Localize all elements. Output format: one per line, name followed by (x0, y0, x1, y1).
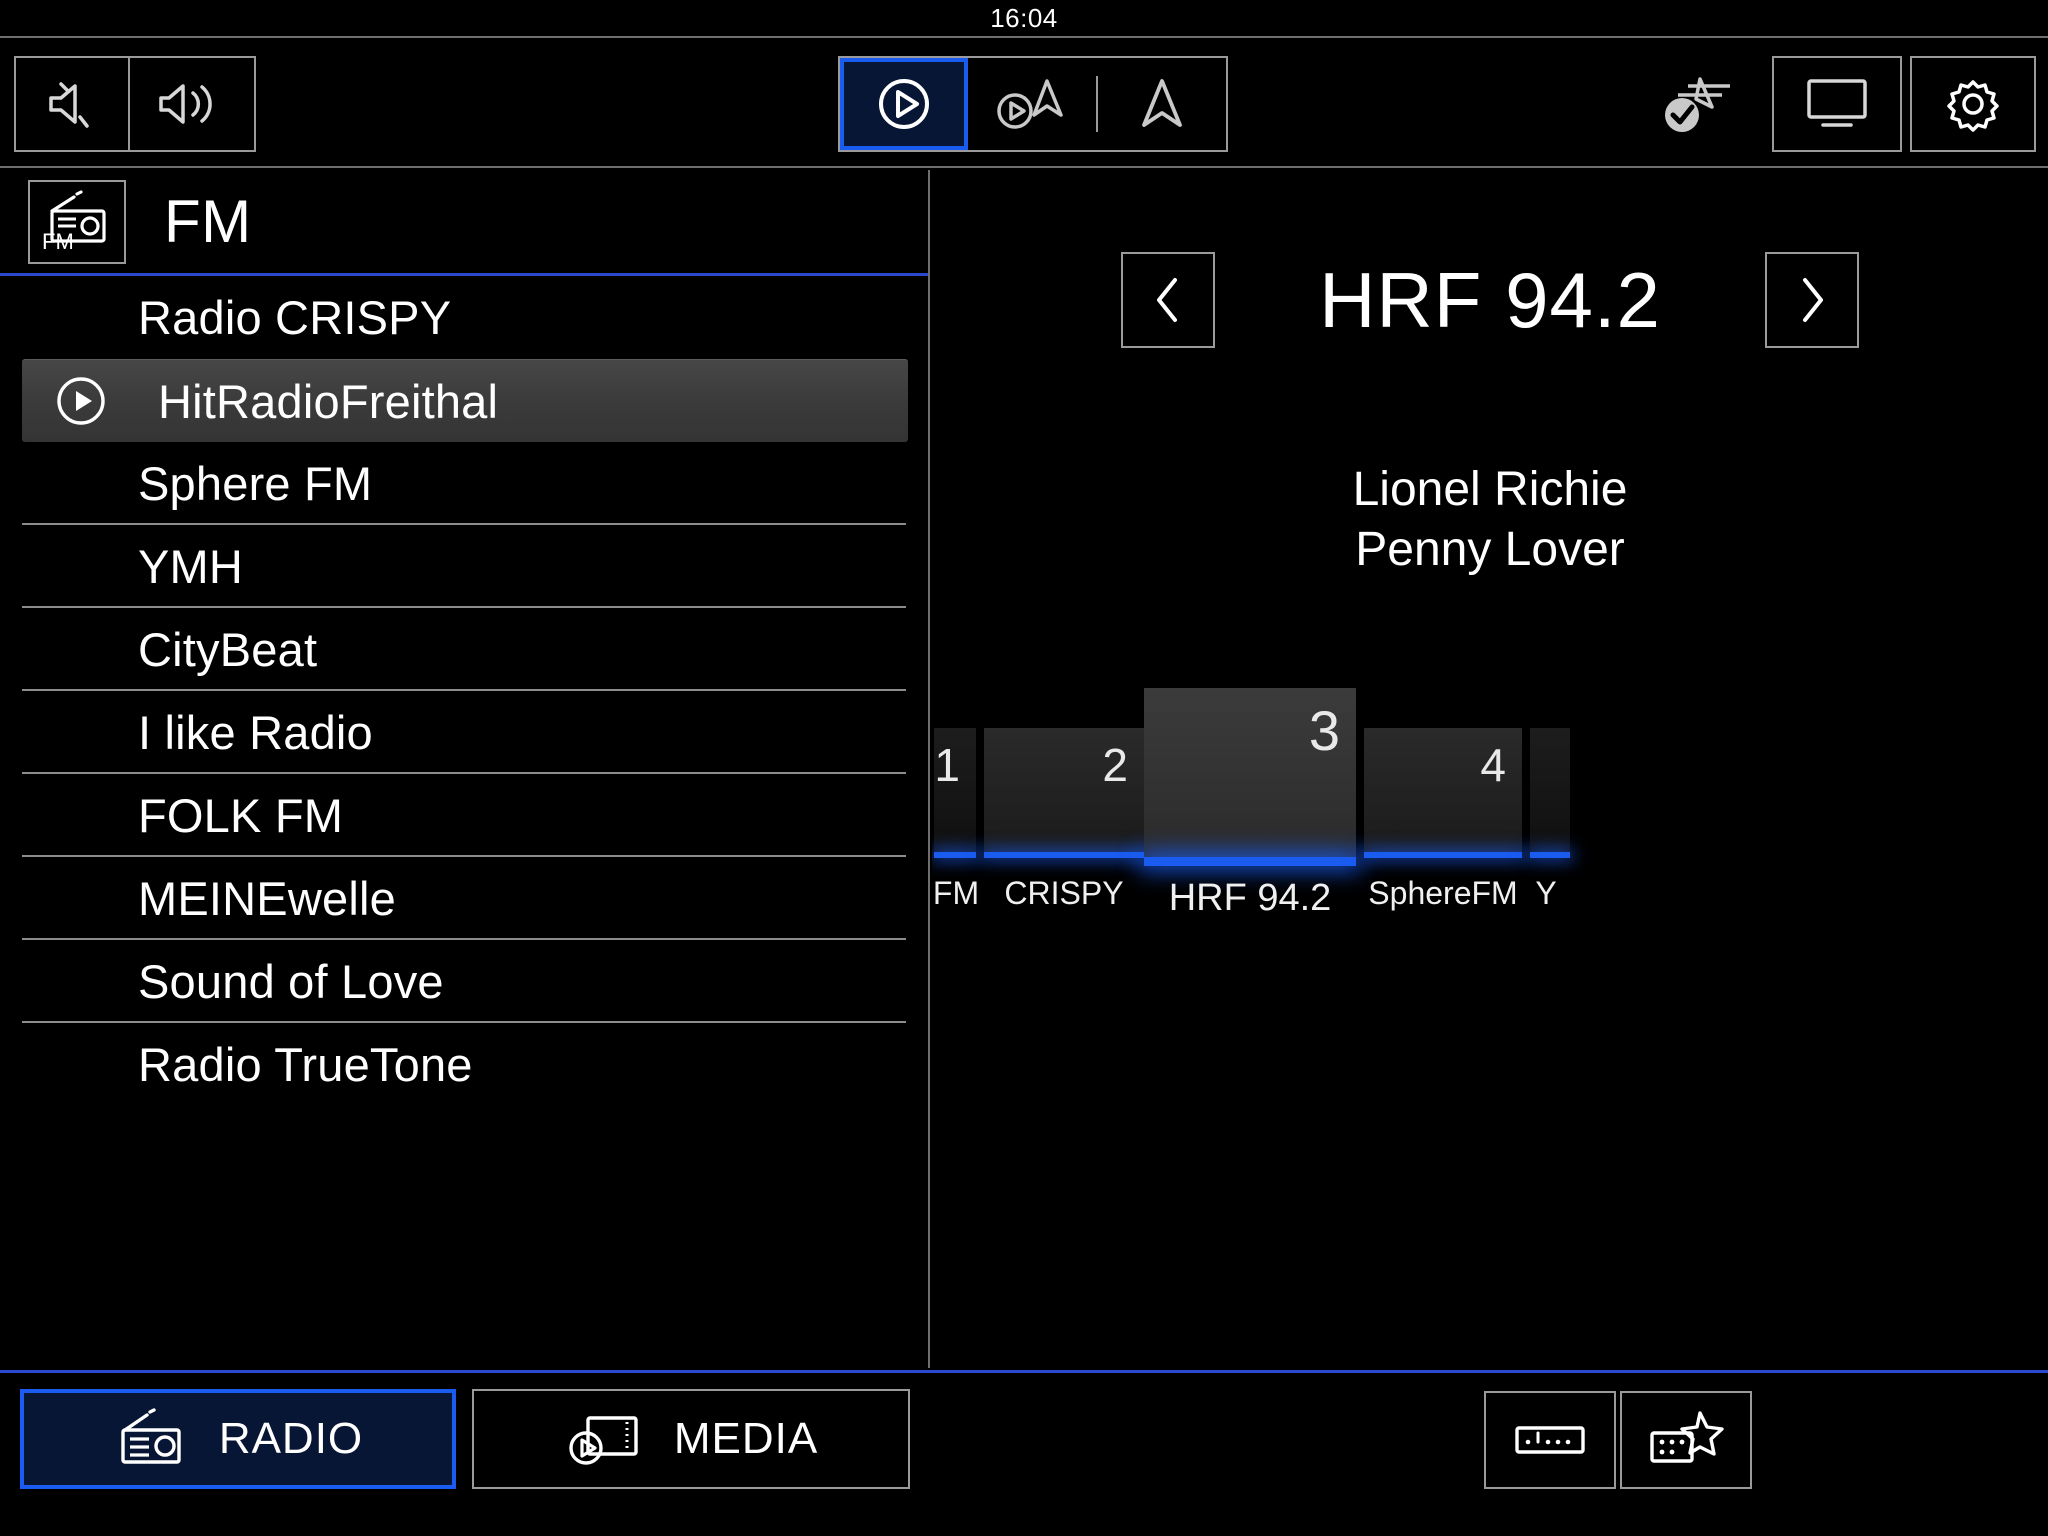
media-screen-icon (564, 1408, 644, 1470)
list-item[interactable]: Radio TrueTone (0, 1023, 928, 1106)
list-item[interactable]: Sphere FM (0, 442, 928, 525)
station-name: Radio TrueTone (138, 1038, 473, 1091)
tab-radio[interactable]: RADIO (20, 1389, 456, 1489)
list-item[interactable]: YMH (0, 525, 928, 608)
preset-underline (1530, 852, 1570, 858)
list-item[interactable]: I like Radio (0, 691, 928, 774)
fm-radio-icon[interactable]: FM (28, 179, 126, 264)
tuner-scale-button[interactable] (1484, 1391, 1616, 1489)
station-name: Sound of Love (138, 955, 444, 1008)
station-list[interactable]: Radio CRISPY HitRadioFreithal Sphere FM … (0, 276, 928, 1368)
preset-underline (984, 852, 1144, 858)
media-play-icon (873, 73, 935, 135)
station-name: HitRadioFreithal (158, 374, 499, 428)
tab-radio-label: RADIO (218, 1414, 364, 1463)
source-toggle-group (838, 56, 1228, 152)
current-frequency: HRF 94.2 (1319, 255, 1661, 344)
preset-label-active: HRF 94.2 (1168, 877, 1332, 919)
speaker-volume-icon (157, 74, 227, 134)
chevron-right-icon (1803, 278, 1823, 322)
preset-label: Y (1535, 875, 1557, 911)
list-item[interactable]: FOLK FM (0, 774, 928, 857)
tab-media-source[interactable] (840, 58, 968, 150)
settings-button[interactable] (1910, 56, 2036, 152)
list-item[interactable]: Sound of Love (0, 940, 928, 1023)
now-playing-icon (54, 374, 108, 428)
preset-number: 4 (1480, 739, 1506, 791)
svg-text:FM: FM (42, 229, 74, 254)
display-monitor-icon (1801, 75, 1873, 133)
infotainment-screen: 16:04 FM FM Radio CRISPY HitRadioFreitha… (0, 0, 2048, 1536)
station-list-pane: FM FM Radio CRISPY HitRadioFreithal Sphe… (0, 170, 930, 1368)
preset-tile[interactable]: 2 (984, 728, 1144, 852)
source-header: FM FM (0, 170, 928, 276)
preset-number: 1 (934, 739, 960, 791)
preset-tile[interactable]: 4 (1364, 728, 1522, 852)
tab-media-nav-source[interactable] (968, 58, 1096, 150)
preset-label: FM (932, 875, 980, 911)
preset-underline-active (1144, 857, 1356, 866)
radio-icon (113, 1408, 189, 1470)
clock: 16:04 (990, 2, 1058, 33)
list-fade-overlay (0, 1308, 928, 1368)
preset-number: 2 (1102, 739, 1128, 791)
now-playing-pane: HRF 94.2 Lionel Richie Penny Lover 1 FM … (932, 170, 2048, 1368)
track-title: Penny Lover (1355, 523, 1625, 576)
volume-button[interactable] (128, 56, 256, 152)
previous-station-button[interactable] (1121, 252, 1215, 348)
station-name: Sphere FM (138, 457, 373, 510)
display-button[interactable] (1772, 56, 1902, 152)
station-name: CityBeat (138, 623, 318, 676)
station-name: FOLK FM (138, 789, 344, 842)
tab-media[interactable]: MEDIA (472, 1389, 910, 1489)
preset-star-icon (1650, 1411, 1724, 1463)
preset-star-button[interactable] (1620, 1391, 1752, 1489)
preset-label: CRISPY (1004, 875, 1124, 911)
top-toolbar (0, 40, 2048, 168)
gear-icon (1941, 72, 2005, 136)
mute-button[interactable] (14, 56, 142, 152)
antenna-check-icon (1660, 73, 1740, 135)
connectivity-button[interactable] (1636, 56, 1764, 152)
artist-name: Lionel Richie (1352, 463, 1628, 516)
station-name: MEINEwelle (138, 872, 396, 925)
speaker-mute-icon (45, 74, 111, 134)
preset-number: 3 (1308, 699, 1340, 762)
navigation-arrow-icon (1131, 73, 1193, 135)
list-item[interactable]: MEINEwelle (0, 857, 928, 940)
tab-media-label: MEDIA (673, 1414, 819, 1463)
station-name: Radio CRISPY (138, 291, 452, 344)
preset-carousel[interactable]: 1 FM 2 CRISPY 3 HRF 94.2 4 SphereFM Y (932, 688, 2048, 948)
list-item[interactable]: Radio CRISPY (0, 276, 928, 359)
preset-underline (934, 852, 976, 858)
list-item[interactable]: CityBeat (0, 608, 928, 691)
tab-navigation-source[interactable] (1098, 58, 1226, 150)
tuner-header: HRF 94.2 (932, 248, 2048, 352)
page-title: FM (164, 188, 252, 255)
bottom-bar: RADIO MEDIA (0, 1370, 2048, 1536)
preset-tile[interactable]: 5 (1530, 728, 1570, 852)
next-station-button[interactable] (1765, 252, 1859, 348)
station-name: I like Radio (138, 706, 373, 759)
status-bar: 16:04 (0, 0, 2048, 38)
preset-tile-active[interactable]: 3 (1144, 688, 1356, 858)
list-item[interactable]: HitRadioFreithal (22, 359, 908, 442)
tuner-scale-icon (1515, 1426, 1585, 1454)
media-nav-split-icon (993, 73, 1071, 135)
preset-label: SphereFM (1368, 875, 1518, 911)
preset-tile[interactable]: 1 (934, 728, 976, 852)
chevron-left-icon (1157, 278, 1177, 322)
station-name: YMH (138, 540, 244, 593)
preset-underline (1364, 852, 1522, 858)
